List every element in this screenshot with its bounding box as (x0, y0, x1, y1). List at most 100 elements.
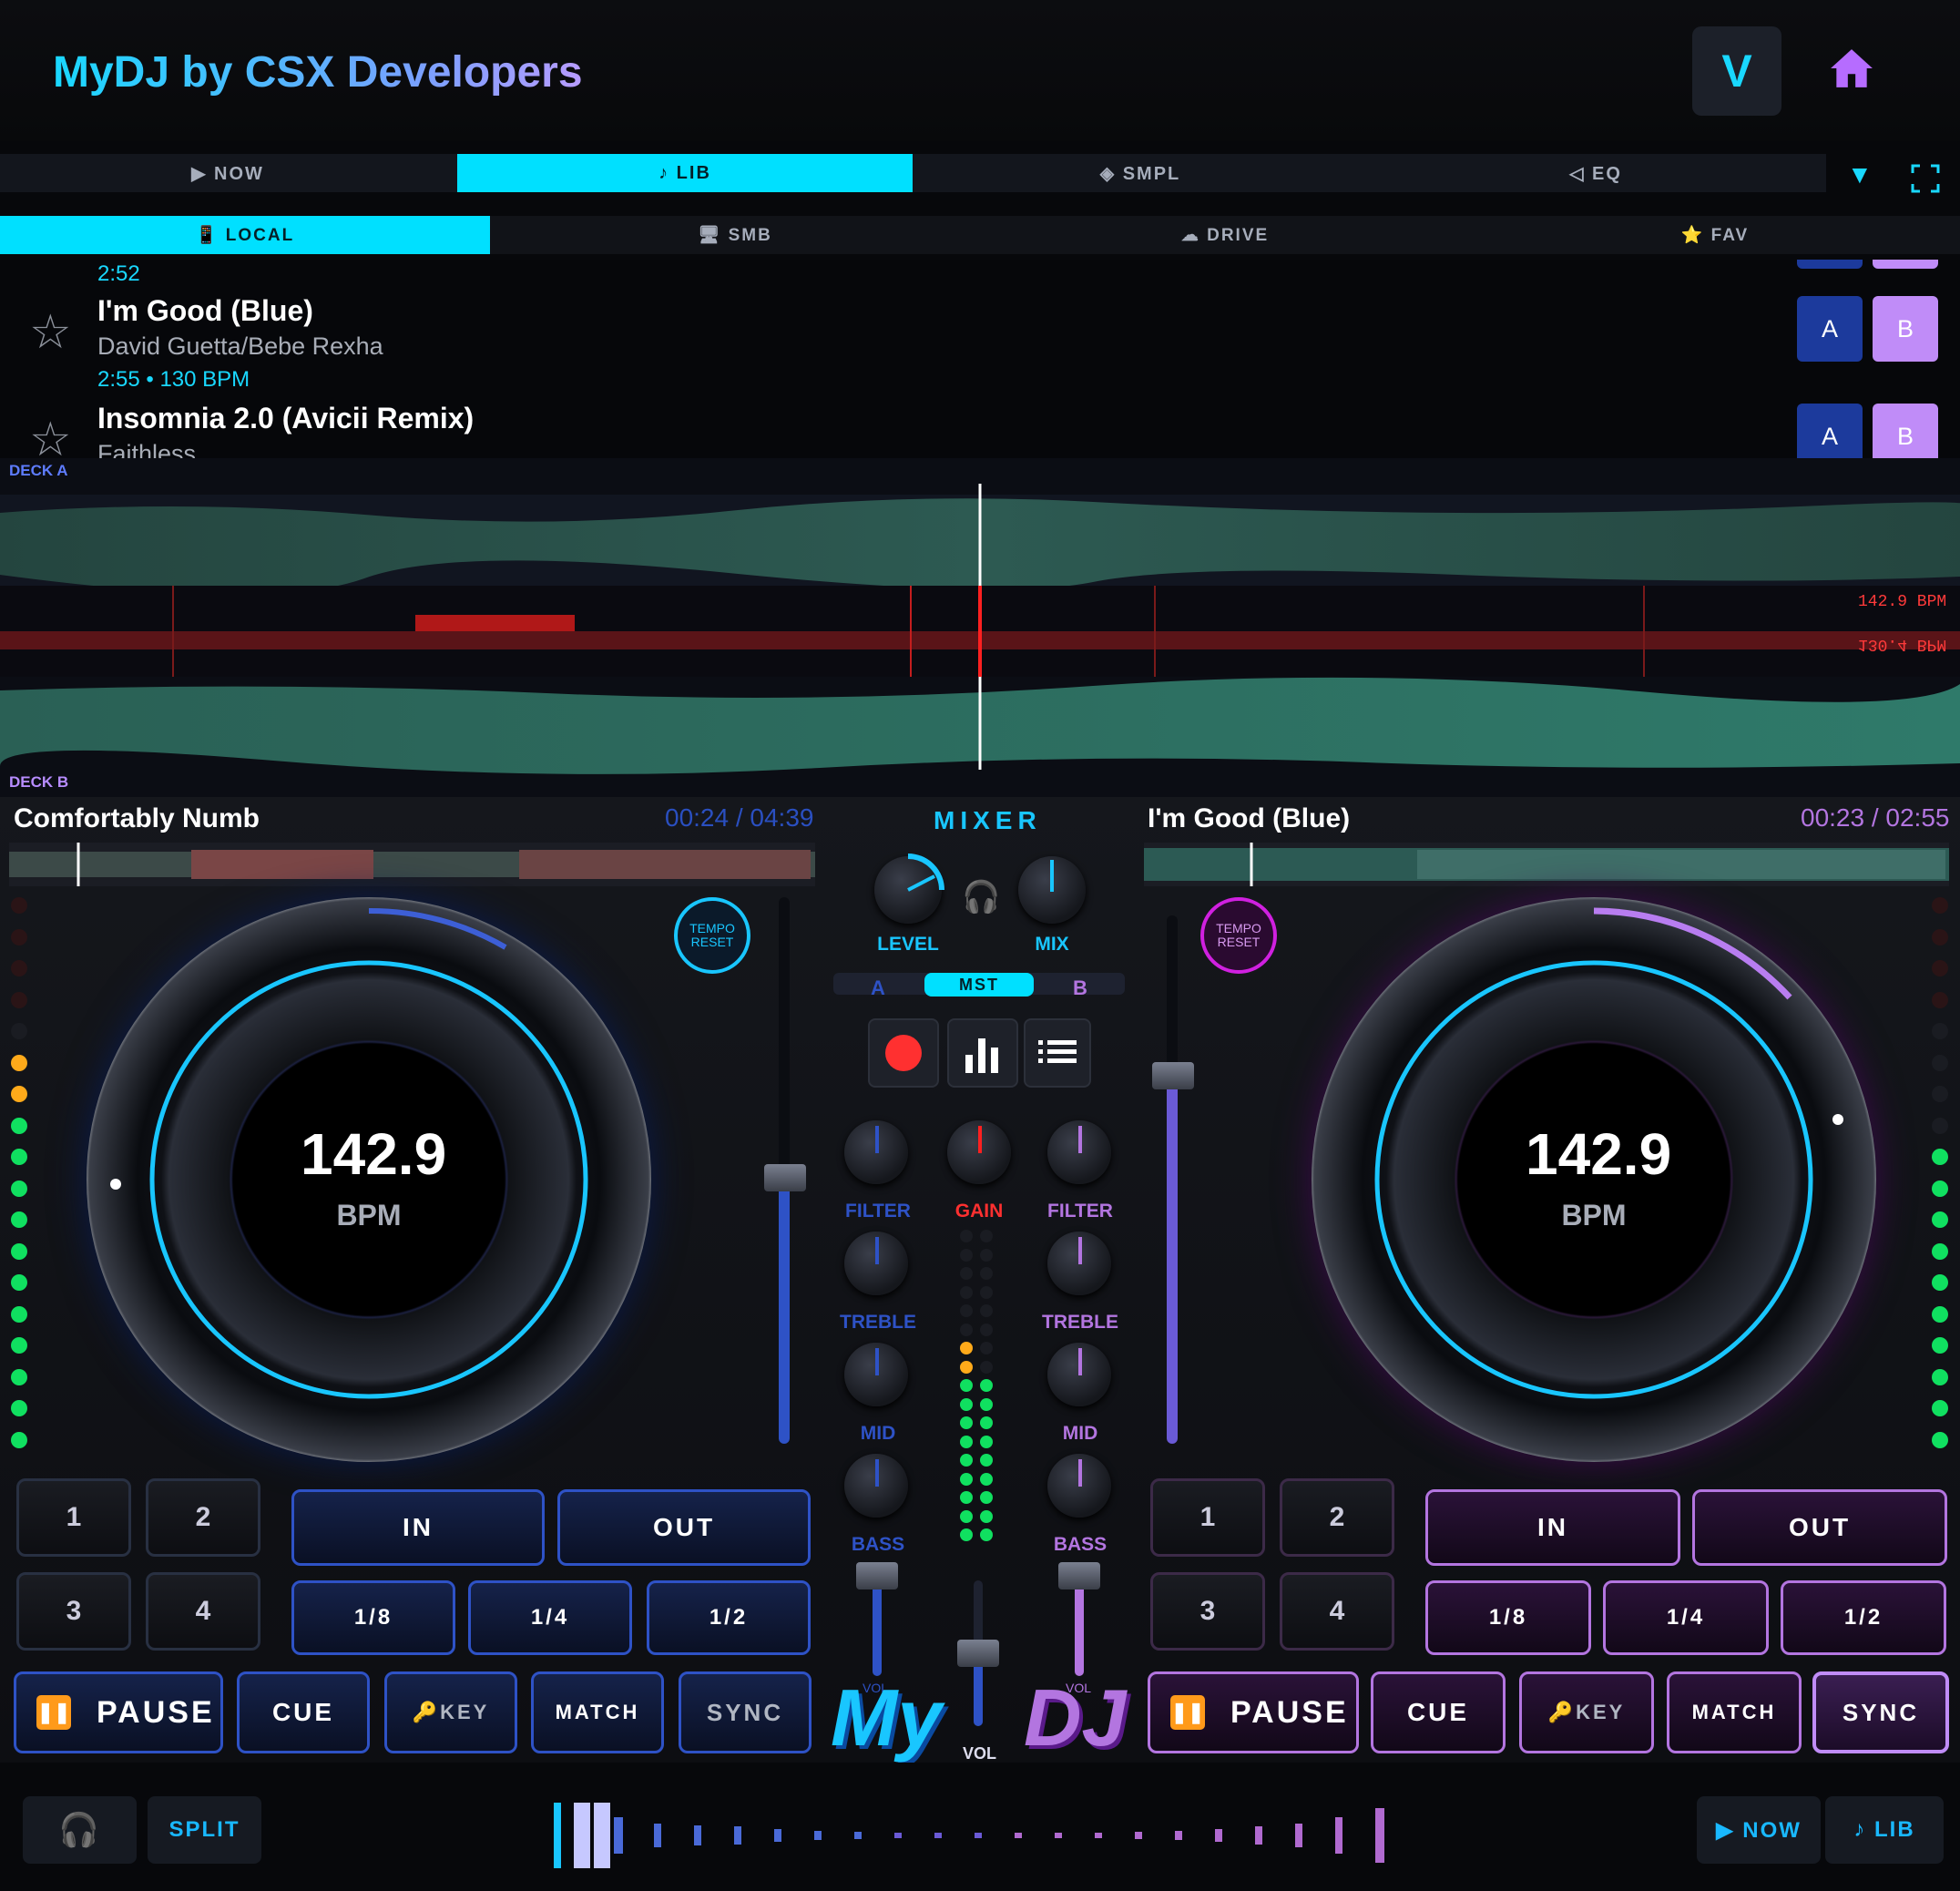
deck-b-loop-1-8-button[interactable]: 1/8 (1425, 1580, 1591, 1655)
deck-a-key-button[interactable]: 🔑KEY (384, 1671, 517, 1753)
meter-led (980, 1267, 993, 1280)
cue-mst-button[interactable]: MST (924, 973, 1034, 997)
deck-a-mid-label: MID (860, 1423, 896, 1444)
deck-a-loop-1-2-button[interactable]: 1/2 (647, 1580, 811, 1655)
deck-a-match-button[interactable]: MATCH (531, 1671, 664, 1753)
hotcue-pad-1[interactable]: 1 (1150, 1478, 1265, 1557)
load-deck-a-button[interactable]: A (1797, 404, 1863, 458)
deck-b-volume-fader[interactable] (1058, 1562, 1100, 1589)
deck-b-tempo-reset-button[interactable]: TEMPO RESET (1200, 897, 1277, 974)
deck-a-loop-1-4-button[interactable]: 1/4 (468, 1580, 632, 1655)
meter-led (11, 1274, 27, 1291)
deck-b-key-button[interactable]: 🔑KEY (1519, 1671, 1654, 1753)
deck-a-pitch-fader[interactable] (764, 1164, 806, 1191)
deck-a-sync-button[interactable]: SYNC (679, 1671, 812, 1753)
headphones-icon[interactable]: 🎧 (962, 879, 1000, 915)
tab-smpl[interactable]: ◈ SMPL (913, 154, 1368, 192)
deck-a-cue-button[interactable]: CUE (237, 1671, 370, 1753)
cue-a-label[interactable]: A (871, 976, 885, 1000)
list-item[interactable]: ☆ Insomnia 2.0 (Avicii Remix) Faithless … (0, 402, 1960, 458)
meter-led (980, 1435, 993, 1448)
tab-smb[interactable]: 🖥 SMB (490, 216, 980, 254)
fullscreen-icon[interactable] (1911, 164, 1940, 193)
deck-a-pitch-fill (779, 1184, 790, 1444)
meter-led (960, 1285, 973, 1299)
deck-b-loop-out-button[interactable]: OUT (1692, 1489, 1947, 1566)
playlist-button[interactable] (1024, 1018, 1091, 1088)
source-tabs: 📱 LOCAL 🖥 SMB ☁ DRIVE ⭐ FAV (0, 216, 1960, 254)
hotcue-pad-4[interactable]: 4 (1280, 1572, 1394, 1651)
deck-a-loop-in-button[interactable]: IN (291, 1489, 545, 1566)
tab-lib[interactable]: ♪ LIB (457, 154, 913, 192)
tab-drive[interactable]: ☁ DRIVE (980, 216, 1470, 254)
deck-b-label: DECK B (9, 773, 69, 791)
tab-eq[interactable]: ◁ EQ (1368, 154, 1823, 192)
deck-a-tempo-reset-button[interactable]: TEMPO RESET (674, 897, 750, 974)
load-deck-b-button[interactable]: B (1873, 404, 1938, 458)
waveform-panel[interactable]: DECK A 142.9 BPM 130.4 BPM DECK B (0, 458, 1960, 797)
deck-b-loop-in-button[interactable]: IN (1425, 1489, 1680, 1566)
tab-fav[interactable]: ⭐ FAV (1470, 216, 1960, 254)
tab-now[interactable]: ▶ NOW (0, 154, 455, 192)
meter-led (1932, 1054, 1948, 1071)
deck-b-overview-waveform[interactable] (1144, 843, 1949, 886)
meter-led (1932, 1305, 1948, 1323)
crossfader-visualizer[interactable] (546, 1799, 1403, 1872)
deck-a-loop-out-button[interactable]: OUT (557, 1489, 811, 1566)
track-artist: David Guetta/Bebe Rexha (97, 332, 383, 360)
v-button[interactable]: V (1692, 26, 1781, 116)
visualizer-bar (1215, 1829, 1222, 1842)
deck-a-volume-fader[interactable] (856, 1562, 898, 1589)
meter-led (960, 1528, 973, 1541)
home-icon[interactable] (1829, 46, 1874, 91)
load-deck-a-button[interactable]: A (1797, 296, 1863, 362)
meter-led (1932, 1086, 1948, 1102)
headphones-button[interactable]: 🎧 (23, 1796, 137, 1864)
meter-led (980, 1360, 993, 1374)
deck-b-pitch-fader[interactable] (1152, 1062, 1194, 1089)
deck-b-loop-1-2-button[interactable]: 1/2 (1781, 1580, 1946, 1655)
logo-my: My (831, 1672, 943, 1763)
visualizer-bar (1175, 1831, 1182, 1840)
list-item[interactable]: ☆ I'm Good (Blue) David Guetta/Bebe Rexh… (0, 294, 1960, 399)
meter-led (11, 1054, 27, 1071)
master-volume-fader[interactable] (957, 1640, 999, 1667)
prev-b-button[interactable] (1873, 260, 1938, 269)
cue-b-label[interactable]: B (1073, 976, 1087, 1000)
favorite-star-icon[interactable]: ☆ (29, 305, 72, 360)
deck-b-sync-button[interactable]: SYNC (1812, 1671, 1949, 1753)
collapse-arrow-icon[interactable]: ▼ (1847, 160, 1873, 189)
meter-led (1932, 1023, 1948, 1039)
record-button[interactable] (868, 1018, 939, 1088)
bottom-lib-button[interactable]: ♪ LIB (1825, 1796, 1944, 1864)
meter-led (960, 1360, 973, 1374)
deck-a-pause-button[interactable]: ❚❚ PAUSE (14, 1671, 223, 1753)
bottom-now-button[interactable]: ▶ NOW (1697, 1796, 1821, 1864)
tab-local[interactable]: 📱 LOCAL (0, 216, 490, 254)
prev-a-button[interactable] (1797, 260, 1863, 269)
hotcue-pad-2[interactable]: 2 (1280, 1478, 1394, 1557)
deck-a-loop-1-8-button[interactable]: 1/8 (291, 1580, 455, 1655)
hotcue-pad-1[interactable]: 1 (16, 1478, 131, 1557)
deck-a-overview-waveform[interactable] (9, 843, 815, 886)
hotcue-pad-4[interactable]: 4 (146, 1572, 260, 1651)
app-title: MyDJ by CSX Developers (53, 48, 583, 97)
deck-b-loop-1-4-button[interactable]: 1/4 (1603, 1580, 1769, 1655)
meter-led (960, 1230, 973, 1242)
hotcue-pad-2[interactable]: 2 (146, 1478, 260, 1557)
deck-b-bpm-unit: BPM (1561, 1199, 1627, 1232)
deck-b-pause-button[interactable]: ❚❚ PAUSE (1148, 1671, 1359, 1753)
meter-led (11, 991, 27, 1008)
spectrum-button[interactable] (947, 1018, 1018, 1088)
visualizer-bar (1255, 1826, 1262, 1845)
deck-b-match-button[interactable]: MATCH (1667, 1671, 1802, 1753)
hotcue-pad-3[interactable]: 3 (1150, 1572, 1265, 1651)
load-deck-b-button[interactable]: B (1873, 296, 1938, 362)
visualizer-bar (1055, 1833, 1062, 1838)
split-button[interactable]: SPLIT (148, 1796, 261, 1864)
hotcue-pad-3[interactable]: 3 (16, 1572, 131, 1651)
meter-led (960, 1267, 973, 1280)
favorite-star-icon[interactable]: ☆ (29, 413, 72, 458)
deck-b-cue-button[interactable]: CUE (1371, 1671, 1506, 1753)
meter-led (980, 1491, 993, 1504)
